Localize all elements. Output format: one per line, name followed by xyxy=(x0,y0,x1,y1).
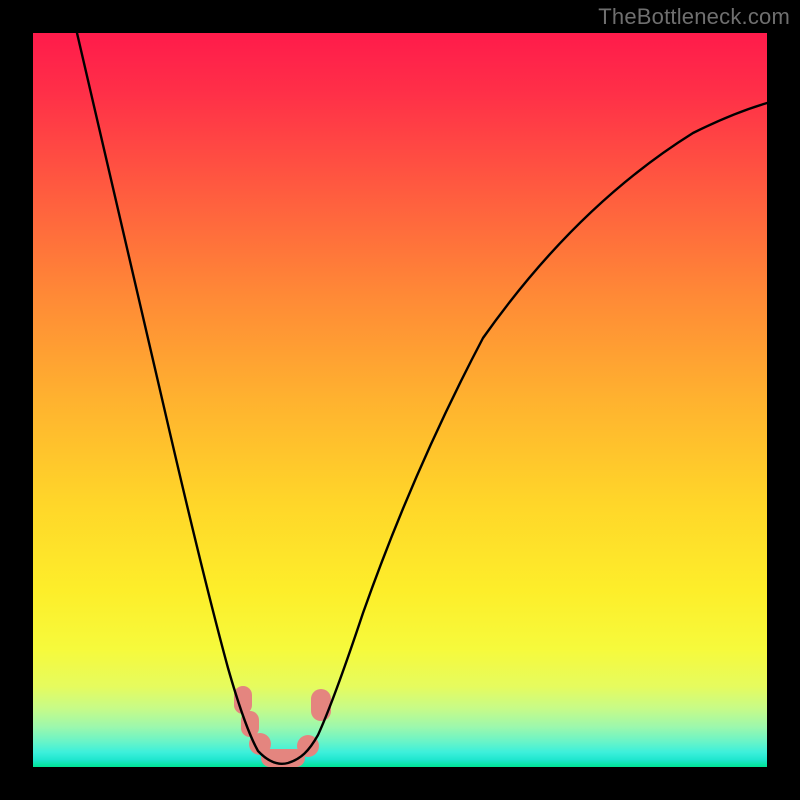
bottleneck-curve-path xyxy=(77,33,767,764)
plot-area xyxy=(33,33,767,767)
frame: TheBottleneck.com xyxy=(0,0,800,800)
curve-svg xyxy=(33,33,767,767)
watermark-text: TheBottleneck.com xyxy=(598,4,790,30)
